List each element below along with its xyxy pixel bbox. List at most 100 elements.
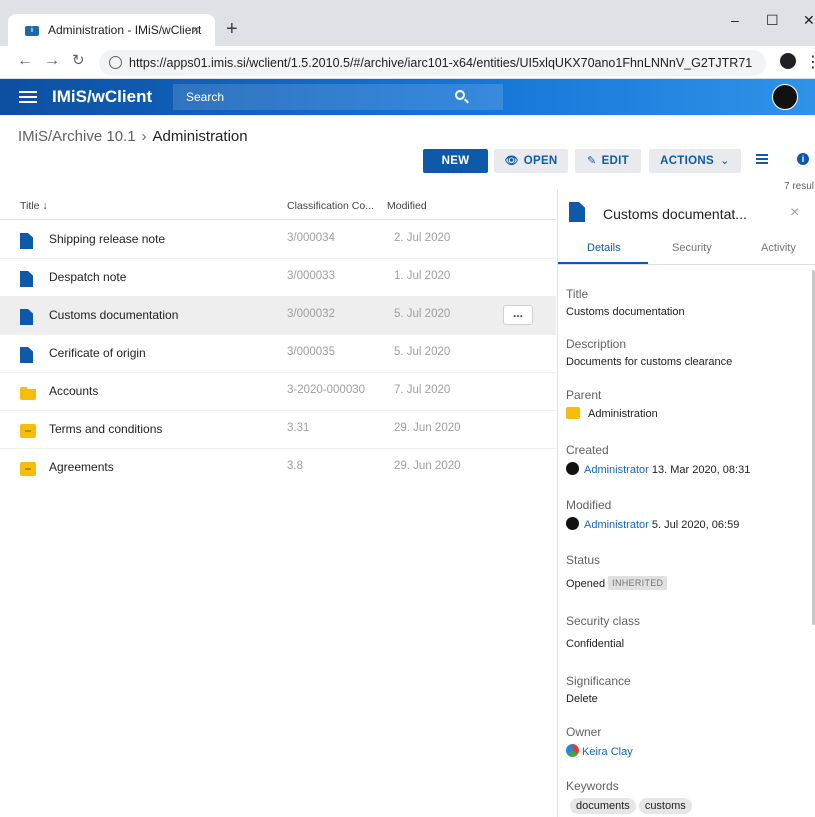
info-icon[interactable]: i [797, 153, 809, 165]
owner-link[interactable]: Keira Clay [582, 746, 633, 758]
field-significance-value: Delete [566, 693, 598, 705]
tab-close-icon[interactable]: × [192, 22, 200, 37]
actions-button[interactable]: ACTIONS ⌄ [649, 149, 741, 173]
field-modified-value: Administrator 5. Jul 2020, 06:59 [566, 517, 739, 531]
address-bar[interactable]: https://apps01.imis.si/wclient/1.5.2010.… [99, 50, 766, 76]
open-button-label: OPEN [523, 155, 558, 167]
new-tab-icon[interactable]: + [226, 19, 238, 39]
breadcrumb: IMiS/Archive 10.1 › Administration [18, 128, 248, 145]
field-security-label: Security class [566, 614, 641, 628]
user-avatar[interactable] [772, 84, 798, 110]
app-bar: IMiS/wClient Search [0, 79, 815, 115]
close-icon[interactable]: × [790, 204, 799, 222]
table-row[interactable]: Agreements 3.8 29. Jun 2020 [0, 449, 556, 487]
tab-security[interactable]: Security [672, 242, 712, 254]
open-button[interactable]: 👁 OPEN [494, 149, 568, 173]
minimize-icon[interactable]: – [731, 12, 739, 28]
row-classification: 3/000032 [287, 308, 335, 320]
modified-date: 5. Jul 2020, 06:59 [651, 519, 740, 531]
list-view-icon[interactable] [756, 154, 768, 164]
details-panel: Customs documentat... × Details Security… [557, 190, 815, 817]
row-modified: 1. Jul 2020 [394, 270, 451, 282]
row-classification: 3/000034 [287, 232, 335, 244]
row-modified: 7. Jul 2020 [394, 384, 451, 396]
row-modified: 5. Jul 2020 [394, 346, 451, 358]
row-title: Cerificate of origin [49, 346, 146, 360]
window-close-icon[interactable]: ✕ [803, 12, 815, 29]
edit-button-label: EDIT [601, 155, 629, 167]
row-title: Despatch note [49, 270, 127, 284]
search-icon[interactable] [455, 90, 465, 100]
field-modified-label: Modified [566, 498, 612, 512]
row-title: Shipping release note [49, 232, 166, 246]
field-title-value: Customs documentation [566, 306, 685, 318]
document-icon [20, 233, 33, 249]
breadcrumb-current: Administration [152, 128, 248, 145]
maximize-icon[interactable]: ☐ [766, 12, 779, 29]
site-info-icon[interactable] [109, 56, 122, 69]
document-icon [20, 309, 33, 325]
field-status-value: Opened INHERITED [566, 576, 668, 590]
document-icon [20, 271, 33, 287]
breadcrumb-root[interactable]: IMiS/Archive 10.1 [18, 128, 136, 145]
tab-details[interactable]: Details [587, 242, 621, 254]
column-header-classification[interactable]: Classification Co... [287, 200, 374, 212]
tab-activity[interactable]: Activity [761, 242, 796, 254]
keyword-chip: customs [638, 798, 692, 814]
reload-icon[interactable]: ↻ [72, 53, 85, 69]
browser-tab[interactable]: i Administration - IMiS/wClient × [8, 14, 215, 46]
parent-link[interactable]: Administration [588, 408, 658, 420]
row-title: Terms and conditions [49, 422, 163, 436]
row-more-button[interactable]: ... [503, 305, 533, 325]
status-badge: INHERITED [608, 576, 668, 590]
modified-user-link[interactable]: Administrator [584, 519, 649, 531]
column-header-modified[interactable]: Modified [387, 200, 427, 212]
box-icon [20, 461, 36, 476]
field-status-label: Status [566, 553, 601, 567]
chevron-down-icon: ⌄ [719, 155, 730, 167]
url-text: https://apps01.imis.si/wclient/1.5.2010.… [129, 56, 753, 70]
row-modified: 29. Jun 2020 [394, 422, 461, 434]
row-modified: 2. Jul 2020 [394, 232, 451, 244]
field-created-label: Created [566, 443, 609, 457]
field-parent-value[interactable]: Administration [566, 407, 658, 420]
table-row[interactable]: Despatch note 3/000033 1. Jul 2020 [0, 259, 556, 297]
table-row[interactable]: Accounts 3-2020-000030 7. Jul 2020 [0, 373, 556, 411]
field-keywords-label: Keywords [566, 779, 619, 793]
row-classification: 3/000033 [287, 270, 335, 282]
row-classification: 3.8 [287, 460, 303, 472]
new-button[interactable]: NEW [423, 149, 488, 173]
status-text: Opened [566, 578, 606, 590]
keywords-list: documents customs [570, 798, 695, 814]
menu-icon[interactable] [19, 91, 37, 103]
panel-title: Customs documentat... [603, 206, 747, 222]
field-description-label: Description [566, 337, 627, 351]
table-row[interactable]: Shipping release note 3/000034 2. Jul 20… [0, 221, 556, 259]
field-created-value: Administrator 13. Mar 2020, 08:31 [566, 462, 750, 476]
search-input[interactable]: Search [173, 84, 503, 110]
row-classification: 3/000035 [287, 346, 335, 358]
document-icon [20, 347, 33, 363]
pencil-icon: ✎ [587, 155, 597, 167]
field-owner-value: Keira Clay [566, 744, 633, 758]
table-row[interactable]: Terms and conditions 3.31 29. Jun 2020 [0, 411, 556, 449]
avatar [566, 744, 579, 757]
actions-button-label: ACTIONS [660, 155, 714, 167]
table-row-selected[interactable]: Customs documentation 3/000032 5. Jul 20… [0, 297, 556, 335]
browser-tab-title: Administration - IMiS/wClient [48, 23, 202, 37]
profile-icon[interactable] [780, 53, 796, 69]
back-arrow-icon[interactable]: ← [17, 53, 33, 69]
created-user-link[interactable]: Administrator [584, 464, 649, 476]
edit-button[interactable]: ✎ EDIT [575, 149, 641, 173]
avatar [566, 517, 579, 530]
box-icon [20, 423, 36, 438]
row-classification: 3.31 [287, 422, 310, 434]
app-title[interactable]: IMiS/wClient [52, 87, 152, 107]
table-row[interactable]: Cerificate of origin 3/000035 5. Jul 202… [0, 335, 556, 373]
search-placeholder: Search [186, 90, 225, 104]
row-modified: 29. Jun 2020 [394, 460, 461, 472]
browser-menu-icon[interactable]: ⋮ [805, 52, 815, 72]
forward-arrow-icon[interactable]: → [44, 53, 60, 69]
row-title: Customs documentation [49, 308, 179, 322]
column-header-title[interactable]: Title ↓ [20, 200, 48, 212]
